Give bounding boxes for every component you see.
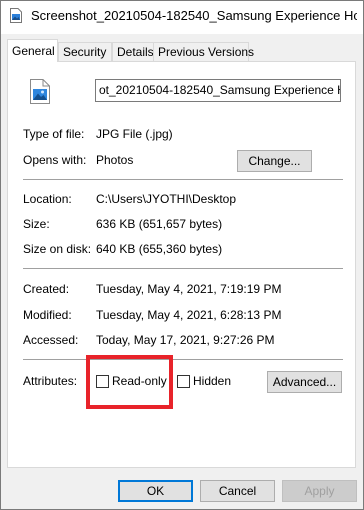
location-label: Location:: [23, 192, 72, 206]
modified-value: Tuesday, May 4, 2021, 6:28:13 PM: [96, 308, 282, 322]
accessed-label: Accessed:: [23, 333, 79, 347]
created-label: Created:: [23, 282, 70, 296]
separator: [23, 359, 343, 360]
properties-window: Screenshot_20210504-182540_Samsung Exper…: [0, 0, 364, 510]
location-value: C:\Users\JYOTHI\Desktop: [96, 192, 237, 206]
created-value: Tuesday, May 4, 2021, 7:19:19 PM: [96, 282, 282, 296]
type-of-file-label: Type of file:: [23, 127, 85, 141]
change-button[interactable]: Change...: [237, 150, 312, 172]
separator: [23, 268, 343, 269]
title-bar: Screenshot_20210504-182540_Samsung Exper…: [1, 1, 363, 34]
advanced-button[interactable]: Advanced...: [267, 371, 342, 393]
image-file-icon: [10, 8, 22, 23]
window-title: Screenshot_20210504-182540_Samsung Exper…: [31, 8, 357, 23]
photo-file-icon: [30, 79, 50, 104]
type-of-file-value: JPG File (.jpg): [96, 127, 173, 141]
file-name-input[interactable]: ot_20210504-182540_Samsung Experience Ho…: [95, 79, 341, 102]
separator: [23, 179, 343, 180]
opens-with-value: Photos: [96, 153, 134, 167]
tab-previous-versions[interactable]: Previous Versions: [153, 42, 254, 61]
size-on-disk-value: 640 KB (655,360 bytes): [96, 242, 223, 256]
hidden-label[interactable]: Hidden: [193, 374, 231, 388]
readonly-highlight-box: [86, 355, 173, 409]
opens-with-label: Opens with:: [23, 153, 87, 167]
size-label: Size:: [23, 217, 50, 231]
ok-button[interactable]: OK: [118, 480, 193, 502]
tab-details[interactable]: Details: [112, 42, 154, 61]
cancel-button[interactable]: Cancel: [200, 480, 275, 502]
size-on-disk-label: Size on disk:: [23, 242, 92, 256]
attributes-label: Attributes:: [23, 374, 78, 388]
tab-security[interactable]: Security: [58, 42, 112, 61]
tab-general[interactable]: General: [7, 39, 58, 62]
modified-label: Modified:: [23, 308, 72, 322]
general-tab-panel: ot_20210504-182540_Samsung Experience Ho…: [7, 61, 356, 468]
hidden-checkbox[interactable]: [177, 375, 190, 388]
apply-button[interactable]: Apply: [282, 480, 357, 502]
size-value: 636 KB (651,657 bytes): [96, 217, 223, 231]
accessed-value: Today, May 17, 2021, 9:27:26 PM: [96, 333, 275, 347]
